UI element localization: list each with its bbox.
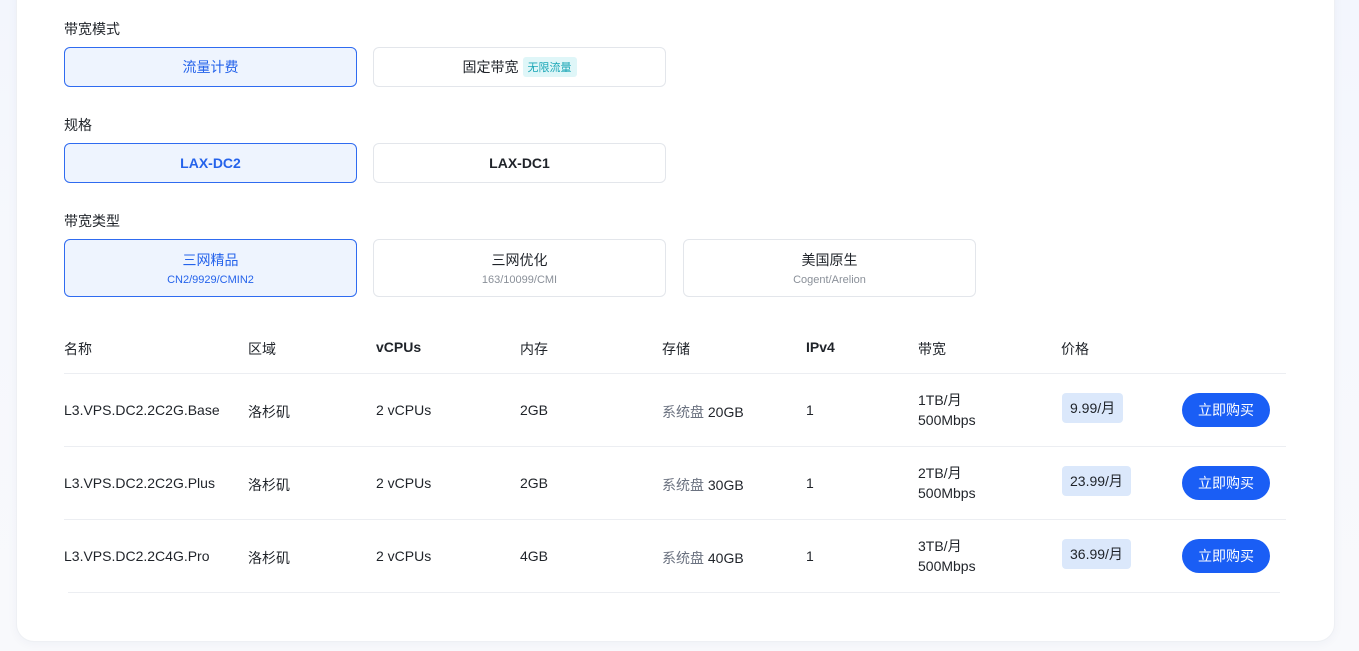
header-vcpus: vCPUs — [376, 339, 422, 355]
row-bandwidth: 2TB/月 500Mbps — [918, 463, 976, 503]
option-label: 美国原生 — [801, 252, 858, 268]
row-storage: 系统盘 20GB — [662, 402, 744, 422]
row-ipv4: 1 — [806, 475, 814, 491]
option-label: 流量计费 — [182, 59, 239, 75]
row-divider — [64, 446, 1286, 447]
header-bandwidth: 带宽 — [918, 341, 946, 357]
option-label: 三网精品 — [182, 252, 239, 268]
row-bandwidth: 3TB/月 500Mbps — [918, 536, 976, 576]
bandwidth-type-option-native[interactable]: 美国原生 Cogent/Arelion — [683, 239, 976, 297]
bandwidth-type-label: 带宽类型 — [64, 213, 120, 229]
row-memory: 2GB — [520, 475, 549, 491]
option-label: 固定带宽 — [462, 59, 519, 75]
option-label: 三网优化 — [491, 252, 548, 268]
unlimited-traffic-badge: 无限流量 — [522, 57, 577, 77]
spec-option-lax-dc1[interactable]: LAX-DC1 — [373, 143, 666, 183]
bandwidth-traffic: 3TB/月 — [918, 538, 962, 554]
option-label: LAX-DC2 — [180, 155, 241, 171]
row-name: L3.VPS.DC2.2C2G.Base — [64, 402, 220, 418]
option-sublabel: CN2/9929/CMIN2 — [167, 274, 254, 286]
header-price: 价格 — [1061, 341, 1089, 357]
bandwidth-speed: 500Mbps — [918, 412, 976, 428]
storage-label: 系统盘 — [662, 404, 704, 420]
storage-value: 40GB — [707, 550, 744, 566]
row-memory: 2GB — [520, 402, 549, 418]
bandwidth-speed: 500Mbps — [918, 558, 976, 574]
header-region: 区域 — [248, 341, 276, 357]
buy-button[interactable]: 立即购买 — [1182, 393, 1270, 427]
price-badge: 36.99/月 — [1062, 539, 1131, 569]
option-label: LAX-DC1 — [489, 155, 550, 171]
row-vcpus: 2 vCPUs — [376, 402, 432, 418]
spec-label: 规格 — [64, 117, 92, 133]
bandwidth-mode-option-fixed[interactable]: 固定带宽 无限流量 — [373, 47, 666, 87]
storage-label: 系统盘 — [662, 550, 704, 566]
header-memory: 内存 — [520, 341, 548, 357]
option-sublabel: Cogent/Arelion — [793, 274, 866, 286]
row-ipv4: 1 — [806, 402, 814, 418]
bandwidth-type-option-optimized[interactable]: 三网优化 163/10099/CMI — [373, 239, 666, 297]
row-memory: 4GB — [520, 548, 549, 564]
bandwidth-type-option-premium[interactable]: 三网精品 CN2/9929/CMIN2 — [64, 239, 357, 297]
header-name: 名称 — [64, 341, 92, 357]
row-region: 洛杉矶 — [248, 404, 290, 420]
buy-button[interactable]: 立即购买 — [1182, 466, 1270, 500]
row-storage: 系统盘 40GB — [662, 548, 744, 568]
bandwidth-traffic: 2TB/月 — [918, 465, 962, 481]
price-badge: 9.99/月 — [1062, 393, 1124, 423]
option-sublabel: 163/10099/CMI — [481, 274, 558, 286]
spec-option-lax-dc2[interactable]: LAX-DC2 — [64, 143, 357, 183]
row-vcpus: 2 vCPUs — [376, 475, 432, 491]
bandwidth-traffic: 1TB/月 — [918, 392, 962, 408]
row-divider — [64, 519, 1286, 520]
row-name: L3.VPS.DC2.2C4G.Pro — [64, 548, 210, 564]
header-ipv4: IPv4 — [806, 339, 835, 355]
row-region: 洛杉矶 — [248, 550, 290, 566]
price-badge: 23.99/月 — [1062, 466, 1131, 496]
row-region: 洛杉矶 — [248, 477, 290, 493]
plan-card — [16, 0, 1335, 642]
header-storage: 存储 — [662, 341, 690, 357]
storage-value: 20GB — [707, 404, 744, 420]
row-bandwidth: 1TB/月 500Mbps — [918, 390, 976, 430]
buy-button[interactable]: 立即购买 — [1182, 539, 1270, 573]
bandwidth-mode-option-traffic[interactable]: 流量计费 — [64, 47, 357, 87]
row-divider — [68, 592, 1280, 593]
storage-label: 系统盘 — [662, 477, 704, 493]
storage-value: 30GB — [707, 477, 744, 493]
row-divider — [64, 373, 1286, 374]
bandwidth-mode-label: 带宽模式 — [64, 21, 120, 37]
row-ipv4: 1 — [806, 548, 814, 564]
bandwidth-speed: 500Mbps — [918, 485, 976, 501]
row-storage: 系统盘 30GB — [662, 475, 744, 495]
row-vcpus: 2 vCPUs — [376, 548, 432, 564]
row-name: L3.VPS.DC2.2C2G.Plus — [64, 475, 215, 491]
